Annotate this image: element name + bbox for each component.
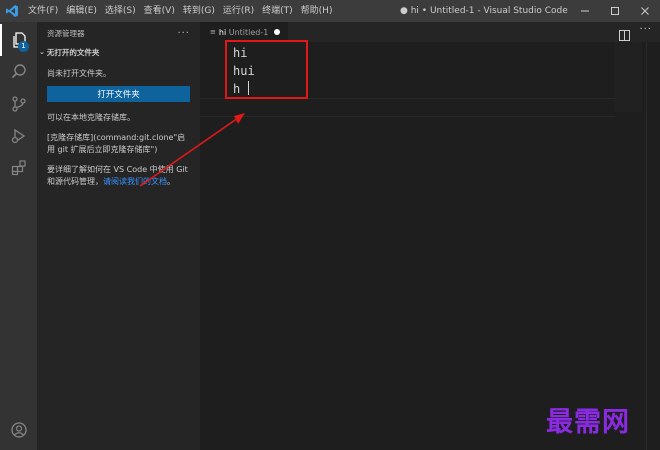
sidebar-title: 资源管理器 bbox=[47, 28, 85, 38]
file-icon: ≡ bbox=[210, 28, 216, 36]
account-icon[interactable] bbox=[0, 414, 37, 446]
clone-command-text: [克隆存储库](command:git.clone"启用 git 扩展后立即克隆… bbox=[47, 133, 186, 154]
current-line-highlight bbox=[200, 98, 615, 117]
more-actions-icon[interactable]: ··· bbox=[177, 28, 190, 39]
clone-message: 可以在本地克隆存储库。 bbox=[47, 113, 135, 122]
learn-more-suffix: 。 bbox=[167, 177, 175, 186]
menu-run[interactable]: 运行(R) bbox=[219, 0, 258, 22]
menu-go[interactable]: 转到(G) bbox=[179, 0, 219, 22]
unsaved-dot-icon[interactable] bbox=[274, 29, 281, 35]
tab-bar: ≡ hi Untitled-1 ··· bbox=[200, 22, 660, 42]
search-icon[interactable] bbox=[0, 56, 37, 88]
menu-terminal[interactable]: 终端(T) bbox=[258, 0, 297, 22]
chevron-down-icon: ⌄ bbox=[39, 48, 45, 56]
minimize-button[interactable] bbox=[570, 0, 600, 22]
title-bar: 文件(F) 编辑(E) 选择(S) 查看(V) 转到(G) 运行(R) 终端(T… bbox=[0, 0, 660, 22]
window-title: ● hi • Untitled-1 - Visual Studio Code bbox=[400, 6, 568, 16]
menu-bar: 文件(F) 编辑(E) 选择(S) 查看(V) 转到(G) 运行(R) 终端(T… bbox=[24, 0, 336, 22]
minimap[interactable] bbox=[614, 42, 642, 112]
menu-selection[interactable]: 选择(S) bbox=[101, 0, 140, 22]
open-folder-button[interactable]: 打开文件夹 bbox=[47, 86, 190, 102]
activity-bar: 1 bbox=[0, 22, 37, 450]
explorer-badge: 1 bbox=[18, 41, 29, 52]
tab-untitled-1[interactable]: ≡ hi Untitled-1 bbox=[200, 22, 288, 42]
explorer-icon[interactable]: 1 bbox=[0, 24, 37, 56]
annotation-highlight-box bbox=[225, 40, 308, 99]
watermark-logo: 最需网 bbox=[546, 407, 630, 438]
extensions-icon[interactable] bbox=[0, 152, 37, 184]
sidebar-header: 资源管理器 ··· bbox=[37, 22, 200, 44]
no-folder-message: 尚未打开文件夹。 bbox=[47, 69, 111, 78]
explorer-sidebar: 资源管理器 ··· ⌄ 无打开的文件夹 尚未打开文件夹。 打开文件夹 可以在本地… bbox=[37, 22, 200, 450]
vertical-scrollbar[interactable] bbox=[646, 42, 660, 450]
maximize-button[interactable] bbox=[600, 0, 630, 22]
menu-edit[interactable]: 编辑(E) bbox=[62, 0, 101, 22]
source-control-icon[interactable] bbox=[0, 88, 37, 120]
tab-filename: Untitled-1 bbox=[228, 27, 269, 37]
section-title: 无打开的文件夹 bbox=[46, 47, 100, 57]
docs-link[interactable]: 请阅读我们的文档 bbox=[103, 177, 167, 186]
editor-more-icon[interactable]: ··· bbox=[639, 24, 652, 35]
close-button[interactable] bbox=[630, 0, 660, 22]
tab-label: hi bbox=[218, 27, 227, 37]
run-debug-icon[interactable] bbox=[0, 120, 37, 152]
window-controls bbox=[570, 0, 660, 22]
menu-help[interactable]: 帮助(H) bbox=[297, 0, 337, 22]
code-area[interactable]: hi hui h bbox=[200, 42, 615, 450]
no-folder-section[interactable]: ⌄ 无打开的文件夹 bbox=[37, 44, 200, 60]
menu-file[interactable]: 文件(F) bbox=[24, 0, 62, 22]
menu-view[interactable]: 查看(V) bbox=[140, 0, 179, 22]
vscode-logo-icon bbox=[0, 0, 24, 22]
learn-more-text: 要详细了解如何在 VS Code 中使用 Git 和源代码管理，请阅读我们的文档… bbox=[37, 164, 200, 188]
